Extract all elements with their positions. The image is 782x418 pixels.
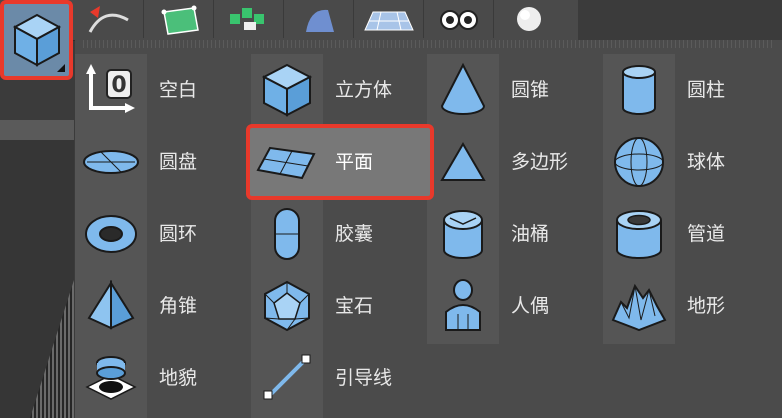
menu-item-oil-tank[interactable]: 油桶 <box>427 198 603 270</box>
svg-text:0: 0 <box>111 73 126 98</box>
menu-item-tube[interactable]: 管道 <box>603 198 779 270</box>
dropdown-corner-indicator <box>57 64 65 72</box>
null-axis-icon: 0 <box>86 64 135 113</box>
cylinder-icon <box>622 65 656 115</box>
array-button[interactable] <box>215 0 284 38</box>
floor-grid-icon <box>364 11 414 31</box>
menu-item-null[interactable]: 0 空白 <box>75 54 251 126</box>
plane-icon <box>256 146 316 180</box>
landscape-relief-icon <box>85 356 137 400</box>
tube-icon <box>616 210 662 259</box>
cube-icon <box>261 63 313 117</box>
floor-button[interactable] <box>355 0 424 38</box>
capsule-icon <box>274 208 300 260</box>
subdivision-button[interactable] <box>145 0 214 38</box>
array-cubes-icon <box>230 8 264 30</box>
menu-item-torus[interactable]: 圆环 <box>75 198 251 270</box>
gem-icon <box>264 280 310 332</box>
camera-button[interactable] <box>425 0 494 38</box>
guide-line-icon <box>263 354 311 400</box>
sphere-icon <box>614 137 664 187</box>
cone-icon <box>440 62 486 115</box>
pen-spline-icon <box>88 6 129 33</box>
menu-item-landscape[interactable]: 地貌 <box>75 342 251 414</box>
menu-item-cylinder[interactable]: 圆柱 <box>603 54 779 126</box>
menu-item-figure[interactable]: 人偶 <box>427 270 603 342</box>
camera-eyes-icon <box>440 10 478 30</box>
menu-item-disc[interactable]: 圆盘 <box>75 126 251 198</box>
menu-item-cone[interactable]: 圆锥 <box>427 54 603 126</box>
object-toolbar <box>0 0 578 41</box>
light-button[interactable] <box>495 0 563 38</box>
deformer-button[interactable] <box>285 0 354 38</box>
spline-pen-button[interactable] <box>75 0 144 38</box>
primitive-palette: 0 空白 圆盘 圆环 角锥 地貌 立方体 平面 胶囊 宝石 引导线 圆锥 多边形… <box>75 40 782 418</box>
polygon-triangle-icon <box>440 142 486 181</box>
pyramid-icon <box>87 280 135 330</box>
menu-item-platonic[interactable]: 宝石 <box>251 270 427 342</box>
menu-item-pyramid[interactable]: 角锥 <box>75 270 251 342</box>
figure-person-icon <box>445 279 481 331</box>
light-sphere-icon <box>517 7 541 31</box>
menu-item-cube[interactable]: 立方体 <box>251 54 427 126</box>
torus-icon <box>85 215 137 253</box>
palette-drag-handle[interactable] <box>83 40 773 48</box>
menu-item-guide[interactable]: 引导线 <box>251 342 427 414</box>
subdivision-icon <box>161 5 199 35</box>
terrain-mountain-icon <box>611 283 667 332</box>
deformer-icon <box>306 9 334 32</box>
viewport[interactable] <box>0 120 74 418</box>
cube-icon <box>12 13 62 67</box>
menu-item-capsule[interactable]: 胶囊 <box>251 198 427 270</box>
menu-item-plane[interactable]: 平面 <box>251 126 427 198</box>
menu-item-polygon[interactable]: 多边形 <box>427 126 603 198</box>
menu-item-sphere[interactable]: 球体 <box>603 126 779 198</box>
oil-tank-icon <box>443 210 483 259</box>
disc-icon <box>83 150 139 174</box>
cube-object-button[interactable] <box>0 0 73 80</box>
menu-item-terrain[interactable]: 地形 <box>603 270 779 342</box>
